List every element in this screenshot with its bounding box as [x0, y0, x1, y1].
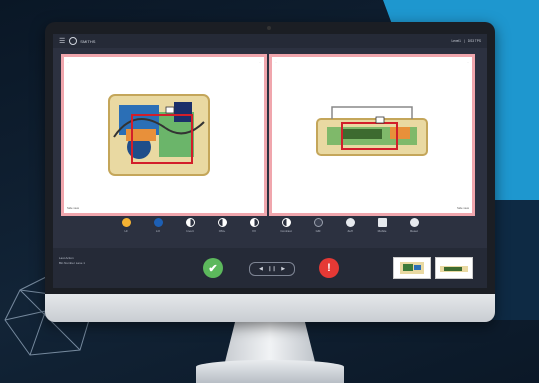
- tool-contrast[interactable]: Contrast: [277, 218, 295, 246]
- panel-label: Side view: [457, 206, 469, 210]
- playback-controls: ◀ ❙❙ ▶: [249, 262, 295, 276]
- camera-icon: [267, 26, 271, 30]
- color-dot-icon: [153, 218, 163, 227]
- xray-panel-right[interactable]: ·· ·· Side view: [269, 54, 475, 216]
- corner-mark: ··: [467, 60, 469, 64]
- screen: ☰ SMITHS Level1 | DS3 TPS ·· ·· Side vie…: [53, 34, 487, 288]
- outline-circle-icon: [345, 218, 355, 227]
- thumbnail-image: [440, 266, 468, 272]
- reject-button[interactable]: !: [319, 258, 339, 278]
- thumbnail-image: [400, 262, 424, 274]
- tool-lo[interactable]: LO: [149, 218, 167, 246]
- half-circle-icon: [281, 218, 291, 227]
- tool-gm[interactable]: GM: [309, 218, 327, 246]
- half-circle-icon: [249, 218, 259, 227]
- header-right: Level1 | DS3 TPS: [452, 39, 481, 43]
- checkmark-icon: ✔: [208, 262, 218, 275]
- dark-circle-icon: [313, 218, 323, 227]
- scan-info: Last Action Bin Number Lane 1: [59, 256, 85, 266]
- tool-reset[interactable]: Reset: [405, 218, 423, 246]
- next-icon[interactable]: ▶: [281, 266, 285, 272]
- corner-mark: ··: [275, 60, 277, 64]
- info-bin-number: Bin Number Lane 1: [59, 261, 85, 265]
- tool-zeff[interactable]: Zeff: [341, 218, 359, 246]
- bottom-bar: Last Action Bin Number Lane 1 ✔ ◀ ❙❙ ▶ !: [53, 248, 487, 288]
- monitor-chin: [45, 294, 495, 322]
- header-divider: |: [463, 39, 465, 43]
- reset-icon: [409, 218, 419, 227]
- thumbnail-view-2[interactable]: [435, 257, 473, 279]
- tool-mobile[interactable]: Mobile: [373, 218, 391, 246]
- hamburger-menu-icon[interactable]: ☰: [59, 37, 65, 45]
- top-bar: ☰ SMITHS Level1 | DS3 TPS: [53, 34, 487, 48]
- half-circle-icon: [217, 218, 227, 227]
- brand-logo-icon: [69, 37, 78, 45]
- half-circle-icon: [185, 218, 195, 227]
- tool-hi[interactable]: HI: [117, 218, 135, 246]
- tool-invert[interactable]: Invert: [181, 218, 199, 246]
- xray-image-bag-side: [316, 106, 428, 156]
- accept-button[interactable]: ✔: [203, 258, 223, 278]
- tool-vv[interactable]: VV: [245, 218, 263, 246]
- corner-mark: ··: [259, 60, 261, 64]
- thumbnail-view-1[interactable]: [393, 257, 431, 279]
- corner-mark: ··: [67, 60, 69, 64]
- monitor-stand-base: [196, 360, 344, 383]
- alert-icon: !: [327, 262, 331, 274]
- xray-panel-left[interactable]: ·· ·· Side view: [61, 54, 267, 216]
- context-name[interactable]: DS3 TPS: [468, 39, 481, 43]
- monitor-frame: ☰ SMITHS Level1 | DS3 TPS ·· ·· Side vie…: [45, 22, 495, 322]
- previous-icon[interactable]: ◀: [259, 266, 263, 272]
- brand-name: SMITHS: [80, 38, 96, 44]
- image-tools-toolbar: HI LO Invert OM+ VV Contrast GM Zeff Mob…: [53, 218, 487, 246]
- color-dot-icon: [121, 218, 131, 227]
- tool-om[interactable]: OM+: [213, 218, 231, 246]
- panel-label: Side view: [67, 206, 79, 210]
- xray-image-bag-top: [108, 94, 210, 176]
- pause-icon[interactable]: ❙❙: [268, 266, 276, 272]
- user-level[interactable]: Level1: [452, 39, 461, 43]
- outline-square-icon: [377, 218, 387, 227]
